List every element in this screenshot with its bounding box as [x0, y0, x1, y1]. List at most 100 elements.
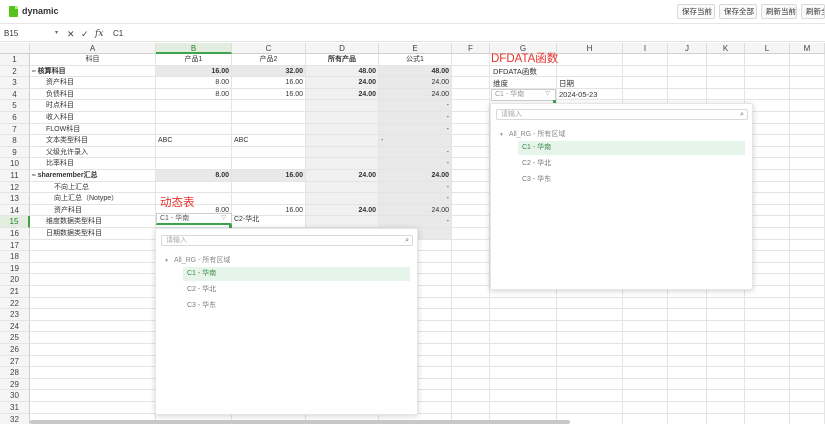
cell-j24[interactable]	[668, 320, 707, 333]
cell-a27[interactable]	[30, 355, 156, 368]
row-header-23[interactable]: 23	[0, 309, 30, 321]
cell-m25[interactable]	[790, 332, 825, 344]
cell-h1[interactable]	[557, 54, 623, 66]
cell-f31[interactable]	[452, 402, 490, 414]
cell-k29[interactable]	[707, 378, 745, 391]
row-header-22[interactable]: 22	[0, 297, 30, 310]
cell-e3[interactable]: 24.00	[379, 77, 452, 89]
cell-a12[interactable]: 不向上汇总	[30, 181, 156, 194]
cell-a29[interactable]	[30, 378, 156, 391]
cell-i22[interactable]	[623, 297, 668, 310]
cell-a7[interactable]: FLOW科目	[30, 123, 156, 136]
cell-h31[interactable]	[557, 402, 623, 414]
column-header-k[interactable]: K	[707, 43, 745, 54]
cell-a2[interactable]: ━ 核算科目	[30, 65, 156, 78]
cell-m11[interactable]	[790, 170, 825, 182]
cell-j29[interactable]	[668, 378, 707, 391]
cell-b3[interactable]: 8.00	[156, 77, 232, 89]
cell-h23[interactable]	[557, 309, 623, 321]
cell-j31[interactable]	[668, 402, 707, 414]
select-all-corner[interactable]	[0, 43, 30, 54]
cell-m3[interactable]	[790, 77, 825, 89]
cell-k25[interactable]	[707, 332, 745, 344]
cell-i4[interactable]	[623, 88, 668, 101]
cell-j32[interactable]	[668, 413, 707, 424]
cell-l23[interactable]	[745, 309, 790, 321]
cell-d11[interactable]: 24.00	[306, 170, 379, 182]
cell-k31[interactable]	[707, 402, 745, 414]
row-header-12[interactable]: 12	[0, 181, 30, 194]
cell-m15[interactable]	[790, 216, 825, 228]
save-all-button[interactable]: 保存全部	[719, 4, 757, 19]
dropdown-option[interactable]: C1 - 华南	[183, 267, 410, 281]
cell-f2[interactable]	[452, 65, 490, 78]
cell-e5[interactable]: -	[379, 100, 452, 112]
cell-m32[interactable]	[790, 413, 825, 424]
cell-m1[interactable]	[790, 54, 825, 66]
cell-l22[interactable]	[745, 297, 790, 310]
cell-m23[interactable]	[790, 309, 825, 321]
row-header-26[interactable]: 26	[0, 344, 30, 356]
cell-m4[interactable]	[790, 88, 825, 101]
cell-l2[interactable]	[745, 65, 790, 78]
cell-g31[interactable]	[490, 402, 557, 414]
cell-k26[interactable]	[707, 344, 745, 356]
cell-e9[interactable]: -	[379, 146, 452, 159]
cell-l31[interactable]	[745, 402, 790, 414]
cell-m19[interactable]	[790, 262, 825, 275]
column-header-f[interactable]: F	[452, 43, 490, 54]
cell-e7[interactable]: -	[379, 123, 452, 136]
cell-m6[interactable]	[790, 112, 825, 124]
cell-a9[interactable]: 父级允许录入	[30, 146, 156, 159]
cell-a8[interactable]: 文本类型科目	[30, 135, 156, 147]
dfdata-date-value[interactable]: 2024-05-23	[557, 89, 622, 101]
cell-i3[interactable]	[623, 77, 668, 89]
cell-k3[interactable]	[707, 77, 745, 89]
cell-i32[interactable]	[623, 413, 668, 424]
cell-f25[interactable]	[452, 332, 490, 344]
cell-c8[interactable]: ABC	[232, 135, 306, 147]
cell-j3[interactable]	[668, 77, 707, 89]
cell-a3[interactable]: 资产科目	[30, 77, 156, 89]
cell-c3[interactable]: 16.00	[232, 77, 306, 89]
cell-j25[interactable]	[668, 332, 707, 344]
cell-k24[interactable]	[707, 320, 745, 333]
cell-l29[interactable]	[745, 378, 790, 391]
cell-f30[interactable]	[452, 390, 490, 402]
cell-a14[interactable]: 资产科目	[30, 204, 156, 217]
cell-a22[interactable]	[30, 297, 156, 310]
cell-i2[interactable]	[623, 65, 668, 78]
cell-i26[interactable]	[623, 344, 668, 356]
cell-m20[interactable]	[790, 274, 825, 286]
cell-m8[interactable]	[790, 135, 825, 147]
cell-d15[interactable]	[306, 216, 379, 228]
cell-f4[interactable]	[452, 88, 490, 101]
cell-a25[interactable]	[30, 332, 156, 344]
cell-f28[interactable]	[452, 367, 490, 379]
row-header-18[interactable]: 18	[0, 251, 30, 263]
cell-l27[interactable]	[745, 355, 790, 368]
cell-d14[interactable]: 24.00	[306, 204, 379, 217]
row-header-32[interactable]: 32	[0, 413, 30, 424]
row-header-27[interactable]: 27	[0, 355, 30, 368]
cell-d13[interactable]	[306, 193, 379, 205]
cell-g27[interactable]	[490, 355, 557, 368]
cell-f26[interactable]	[452, 344, 490, 356]
cell-m12[interactable]	[790, 181, 825, 194]
cell-l26[interactable]	[745, 344, 790, 356]
cell-m10[interactable]	[790, 158, 825, 170]
dropdown-option[interactable]: C2 - 华北	[518, 157, 638, 171]
column-header-c[interactable]: C	[232, 43, 306, 54]
cell-a16[interactable]: 日期数据类型科目	[30, 228, 156, 240]
cell-i25[interactable]	[623, 332, 668, 344]
cell-a21[interactable]	[30, 286, 156, 298]
row-header-31[interactable]: 31	[0, 402, 30, 414]
row-header-21[interactable]: 21	[0, 286, 30, 298]
cell-a15[interactable]: 维度数据类型科目	[30, 216, 156, 228]
cell-m5[interactable]	[790, 100, 825, 112]
tree-collapse-icon[interactable]: ▼	[164, 258, 169, 264]
refresh-all-button[interactable]: 刷新全	[801, 4, 825, 19]
cell-c7[interactable]	[232, 123, 306, 136]
tree-collapse-icon[interactable]: ▼	[499, 132, 504, 138]
cell-h25[interactable]	[557, 332, 623, 344]
